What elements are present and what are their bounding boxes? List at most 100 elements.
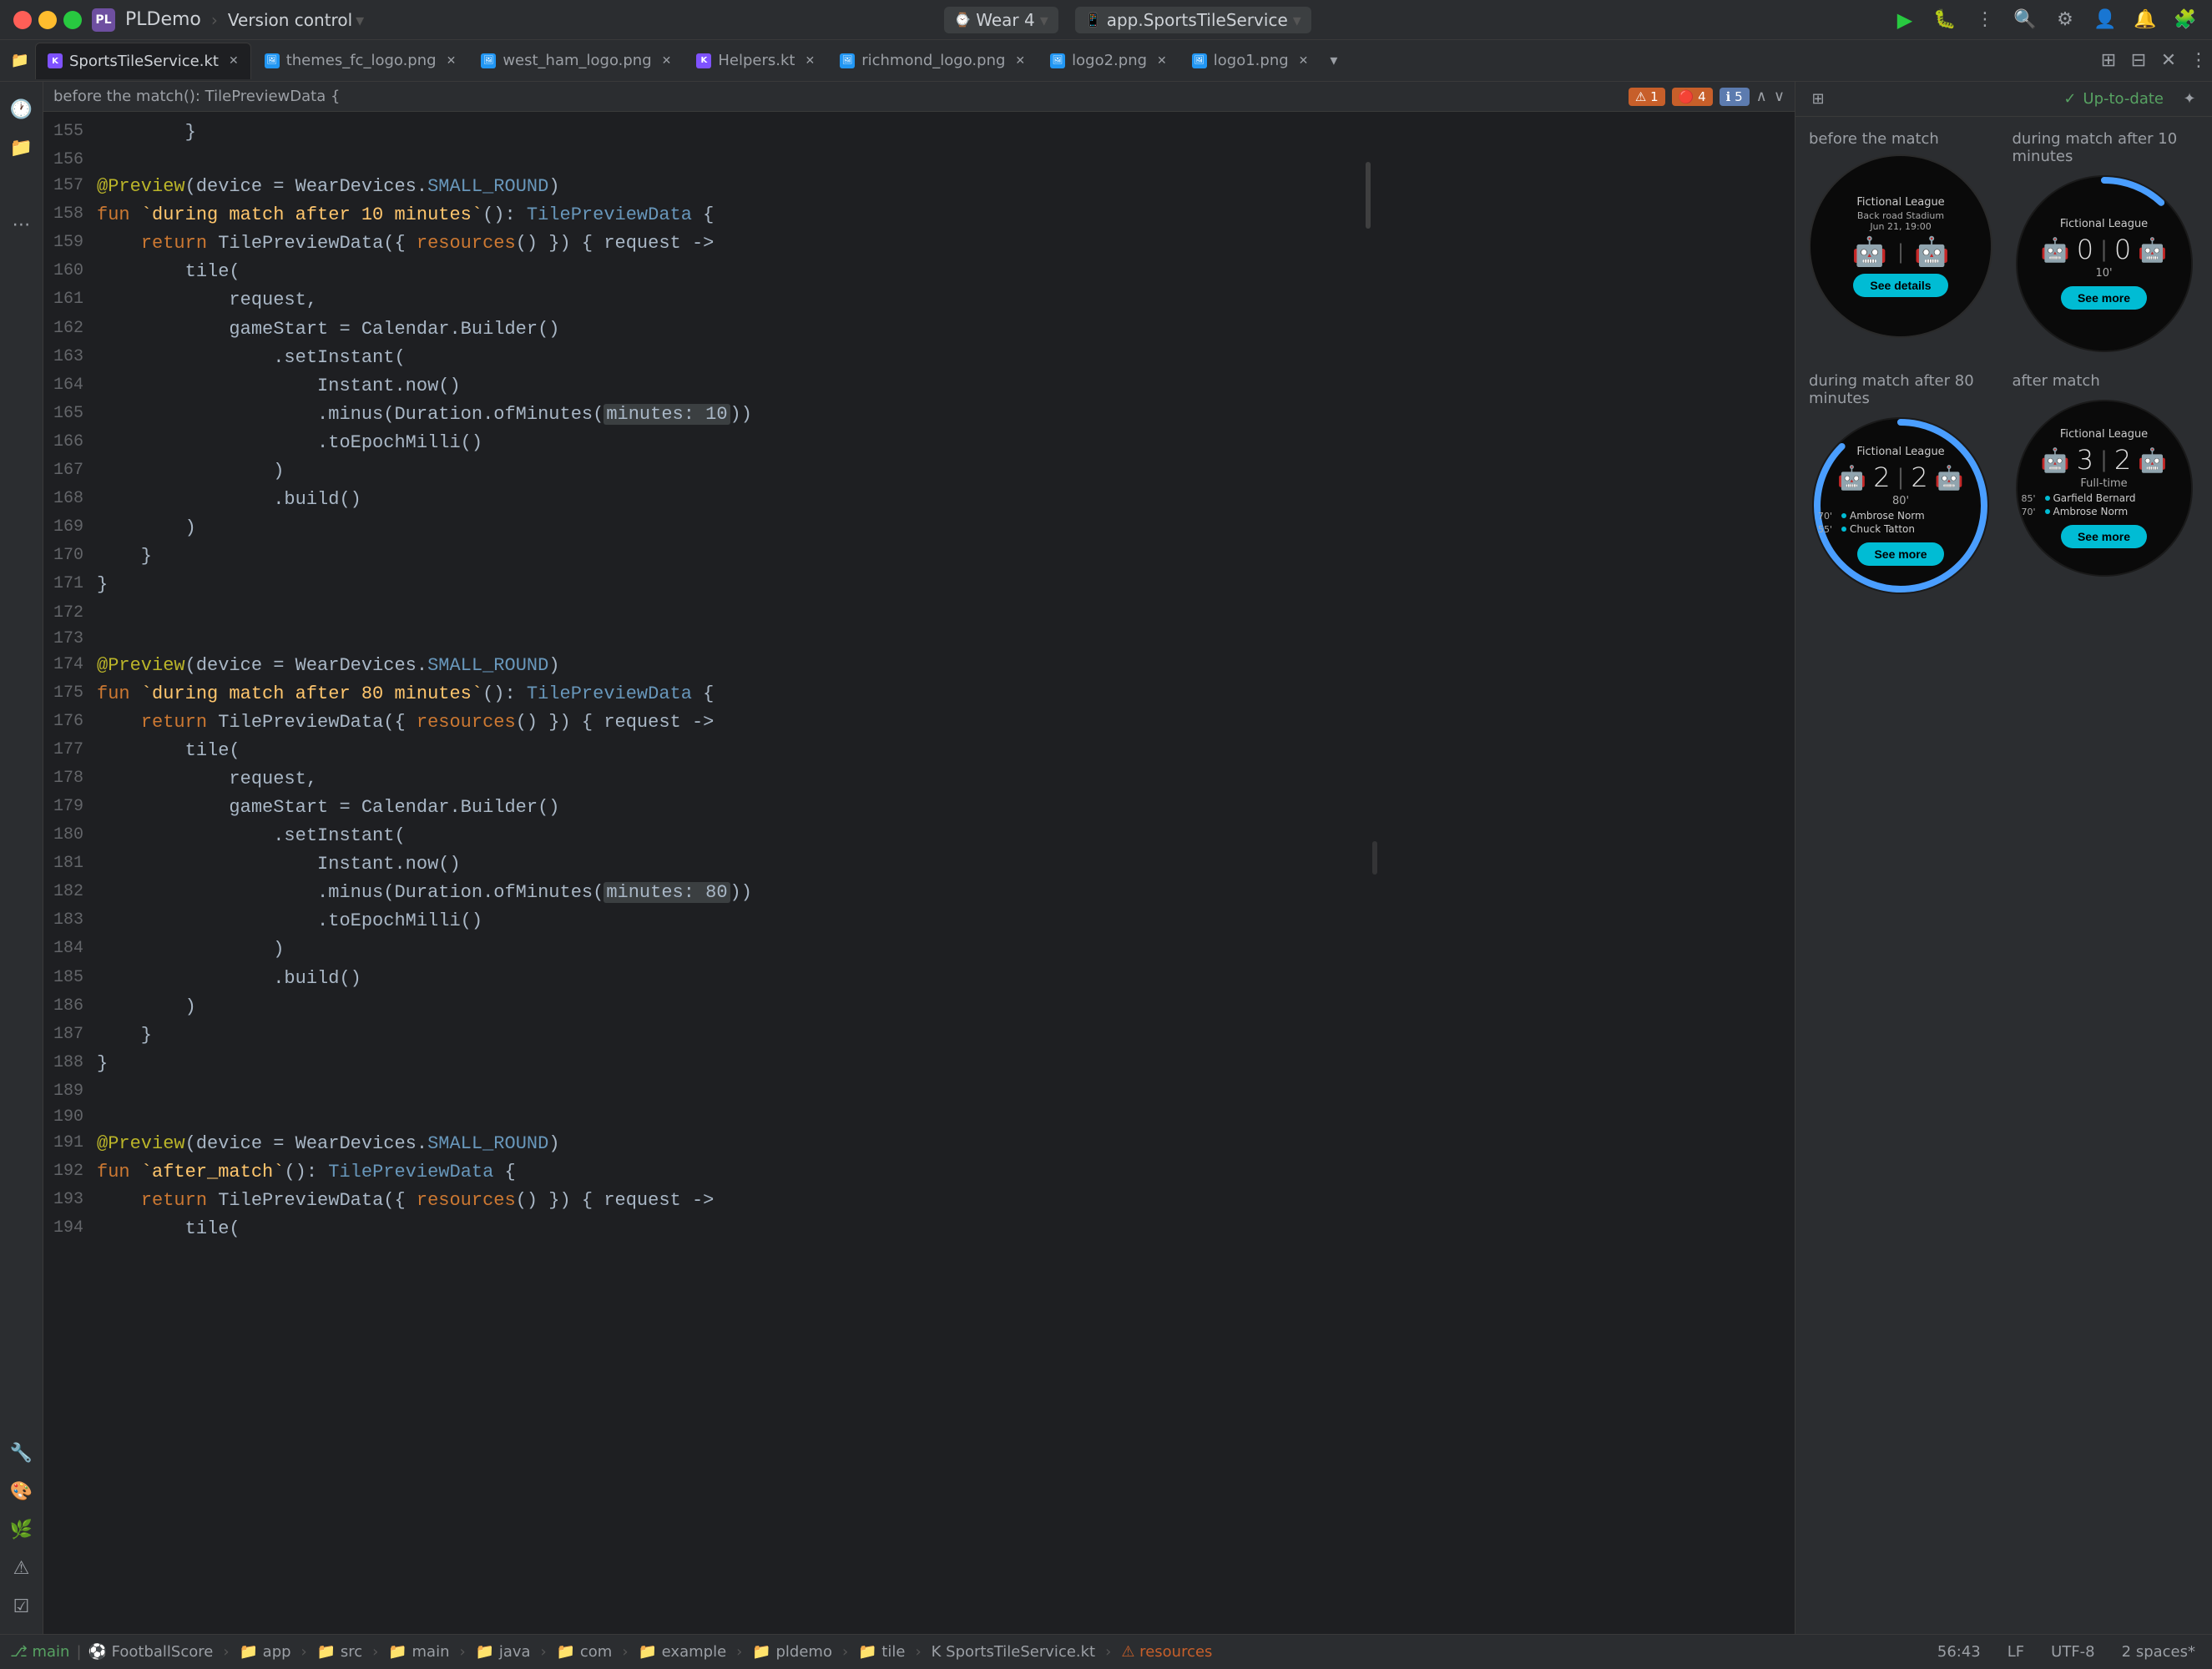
- breadcrumb-file[interactable]: K SportsTileService.kt: [932, 1643, 1095, 1661]
- notifications-button[interactable]: 🔔: [2132, 7, 2159, 33]
- editor-scroll[interactable]: 155 } 156 157 @Preview(device = WearDevi…: [43, 112, 1795, 1634]
- tab-close-all-button[interactable]: ✕: [2155, 48, 2182, 74]
- code-line-178: 178 request,: [43, 765, 1795, 794]
- sidebar-icon-more[interactable]: ⋯: [4, 207, 39, 242]
- breadcrumb-src[interactable]: 📁 src: [317, 1643, 362, 1661]
- see-details-button[interactable]: See details: [1853, 274, 1947, 297]
- device-selector[interactable]: ⌚ Wear 4 ▾: [944, 7, 1058, 33]
- tab-close-richmond[interactable]: ✕: [1015, 54, 1025, 68]
- minimize-button[interactable]: [38, 11, 57, 29]
- breadcrumb-pldemo[interactable]: 📁 pldemo: [752, 1643, 832, 1661]
- plugins-button[interactable]: 🧩: [2172, 7, 2199, 33]
- code-line-174: 174 @Preview(device = WearDevices.SMALL_…: [43, 652, 1795, 680]
- sidebar-icon-tasks[interactable]: ☑: [4, 1589, 39, 1624]
- breadcrumb-com[interactable]: 📁 com: [557, 1643, 613, 1661]
- tab-close-west-ham[interactable]: ✕: [662, 54, 672, 68]
- tabbar: 📁 K SportsTileService.kt ✕ 🖼 themes_fc_l…: [0, 40, 2212, 82]
- tab-themes-fc-logo[interactable]: 🖼 themes_fc_logo.png ✕: [253, 43, 468, 79]
- code-line-189: 189: [43, 1078, 1795, 1104]
- search-button[interactable]: 🔍: [2012, 7, 2038, 33]
- tab-west-ham-logo[interactable]: 🖼 west_ham_logo.png ✕: [469, 43, 683, 79]
- git-branch[interactable]: ⎇ main: [10, 1643, 69, 1661]
- statusbar-right: 56:43 LF UTF-8 2 spaces*: [1931, 1643, 2202, 1661]
- preview-content: before the match Fictional League Back r…: [1795, 117, 2212, 1634]
- sidebar-icon-palette[interactable]: 🎨: [4, 1474, 39, 1509]
- code-line-166: 166 .toEpochMilli(): [43, 429, 1795, 457]
- scorer-row-2: 55' Chuck Tatton: [1818, 522, 1983, 536]
- png-file-icon4: 🖼: [1050, 53, 1065, 68]
- tab-split-button[interactable]: ⊞: [2095, 48, 2122, 74]
- preview-more-icon[interactable]: ✦: [2177, 87, 2202, 112]
- preview-card-after-match: after match Fictional League 🤖 3 |: [2013, 372, 2199, 598]
- breadcrumb-app[interactable]: 📁 app: [240, 1643, 291, 1661]
- breadcrumb-java[interactable]: 📁 java: [476, 1643, 531, 1661]
- tab-logo1[interactable]: 🖼 logo1.png ✕: [1180, 43, 1321, 79]
- charset: UTF-8: [2044, 1643, 2101, 1661]
- account-button[interactable]: 👤: [2092, 7, 2119, 33]
- breadcrumb-footballscore[interactable]: ⚽ FootballScore: [88, 1643, 214, 1661]
- kotlin-file-icon: K: [48, 53, 63, 68]
- code-line-181: 181 Instant.now(): [43, 850, 1795, 879]
- tab-close-logo1[interactable]: ✕: [1299, 54, 1309, 68]
- watch-face-during-80: Fictional League 🤖 2 | 2 🤖 80': [1809, 414, 1992, 598]
- code-line-164: 164 Instant.now(): [43, 372, 1795, 401]
- kotlin-file-icon2: K: [696, 53, 711, 68]
- sidebar-icon-git[interactable]: 🌿: [4, 1512, 39, 1547]
- warning-badge[interactable]: ⚠ 1: [1629, 88, 1665, 106]
- more-options-button[interactable]: ⋮: [1972, 7, 1998, 33]
- tab-helpers[interactable]: K Helpers.kt ✕: [684, 43, 826, 79]
- version-control[interactable]: Version control ▾: [228, 10, 364, 30]
- expand-button[interactable]: ∨: [1774, 88, 1785, 105]
- code-line-190: 190: [43, 1104, 1795, 1130]
- more-tabs-button[interactable]: ▾: [1321, 52, 1346, 69]
- preview-layout-icon[interactable]: ⊞: [1805, 87, 1831, 112]
- project-tree-button[interactable]: 📁: [7, 48, 33, 74]
- sidebar-icon-plugins[interactable]: 🔧: [4, 1435, 39, 1470]
- tab-logo2[interactable]: 🖼 logo2.png ✕: [1038, 43, 1179, 79]
- code-line-167: 167 ): [43, 457, 1795, 486]
- sidebar-icon-project[interactable]: 📁: [4, 130, 39, 165]
- code-line-194: 194 tile(: [43, 1215, 1795, 1243]
- close-button[interactable]: [13, 11, 32, 29]
- settings-button[interactable]: ⚙: [2052, 7, 2078, 33]
- preview-grid: before the match Fictional League Back r…: [1809, 130, 2199, 598]
- run-button[interactable]: ▶: [1891, 7, 1918, 33]
- info-badge[interactable]: ℹ 5: [1720, 88, 1750, 106]
- tab-actions: ⊞ ⊟ ✕ ⋮: [2095, 48, 2212, 74]
- collapse-button[interactable]: ∧: [1756, 88, 1767, 105]
- tab-richmond-logo[interactable]: 🖼 richmond_logo.png ✕: [828, 43, 1037, 79]
- breadcrumb-tile[interactable]: 📁 tile: [858, 1643, 905, 1661]
- see-more-button-after[interactable]: See more: [2061, 525, 2147, 548]
- tab-close-themes[interactable]: ✕: [447, 54, 457, 68]
- code-line-171: 171 }: [43, 571, 1795, 599]
- code-line-177: 177 tile(: [43, 737, 1795, 765]
- code-line-176: 176 return TilePreviewData({ resources()…: [43, 708, 1795, 737]
- tab-close-sports-tile[interactable]: ✕: [229, 54, 239, 68]
- code-line-184: 184 ): [43, 935, 1795, 964]
- tab-more-options[interactable]: ⋮: [2185, 48, 2212, 74]
- sidebar-left: 🕐 📁 ⋯ 🔧 🎨 🌿 ⚠ ☑: [0, 82, 43, 1634]
- traffic-lights: [13, 11, 82, 29]
- maximize-button[interactable]: [63, 11, 82, 29]
- service-selector[interactable]: 📱 app.SportsTileService ▾: [1075, 7, 1311, 33]
- titlebar: PL PLDemo › Version control ▾ ⌚ Wear 4 ▾…: [0, 0, 2212, 40]
- scorer-row-after-1: 85' Garfield Bernard: [2022, 492, 2187, 505]
- drag-handle[interactable]: [1372, 841, 1377, 875]
- tab-close-logo2[interactable]: ✕: [1157, 54, 1167, 68]
- editor-toolbar-label: before the match(): TilePreviewData {: [53, 88, 340, 105]
- debug-button[interactable]: 🐛: [1932, 7, 1958, 33]
- sidebar-icon-warning[interactable]: ⚠: [4, 1551, 39, 1586]
- vertical-scrollbar[interactable]: [1366, 162, 1371, 229]
- breadcrumb-example[interactable]: 📁 example: [639, 1643, 727, 1661]
- see-more-button-10[interactable]: See more: [2061, 286, 2147, 310]
- code-line-180: 180 .setInstant(: [43, 822, 1795, 850]
- tab-close-helpers[interactable]: ✕: [805, 54, 815, 68]
- breadcrumb-main[interactable]: 📁 main: [388, 1643, 449, 1661]
- breadcrumb-resources[interactable]: ⚠ resources: [1121, 1643, 1212, 1661]
- code-line-193: 193 return TilePreviewData({ resources()…: [43, 1187, 1795, 1215]
- error-badge[interactable]: 🔴 4: [1672, 88, 1713, 106]
- tab-sports-tile-service[interactable]: K SportsTileService.kt ✕: [35, 43, 251, 79]
- see-more-button-80[interactable]: See more: [1857, 542, 1943, 566]
- sidebar-icon-recent[interactable]: 🕐: [4, 92, 39, 127]
- tab-layout-button[interactable]: ⊟: [2125, 48, 2152, 74]
